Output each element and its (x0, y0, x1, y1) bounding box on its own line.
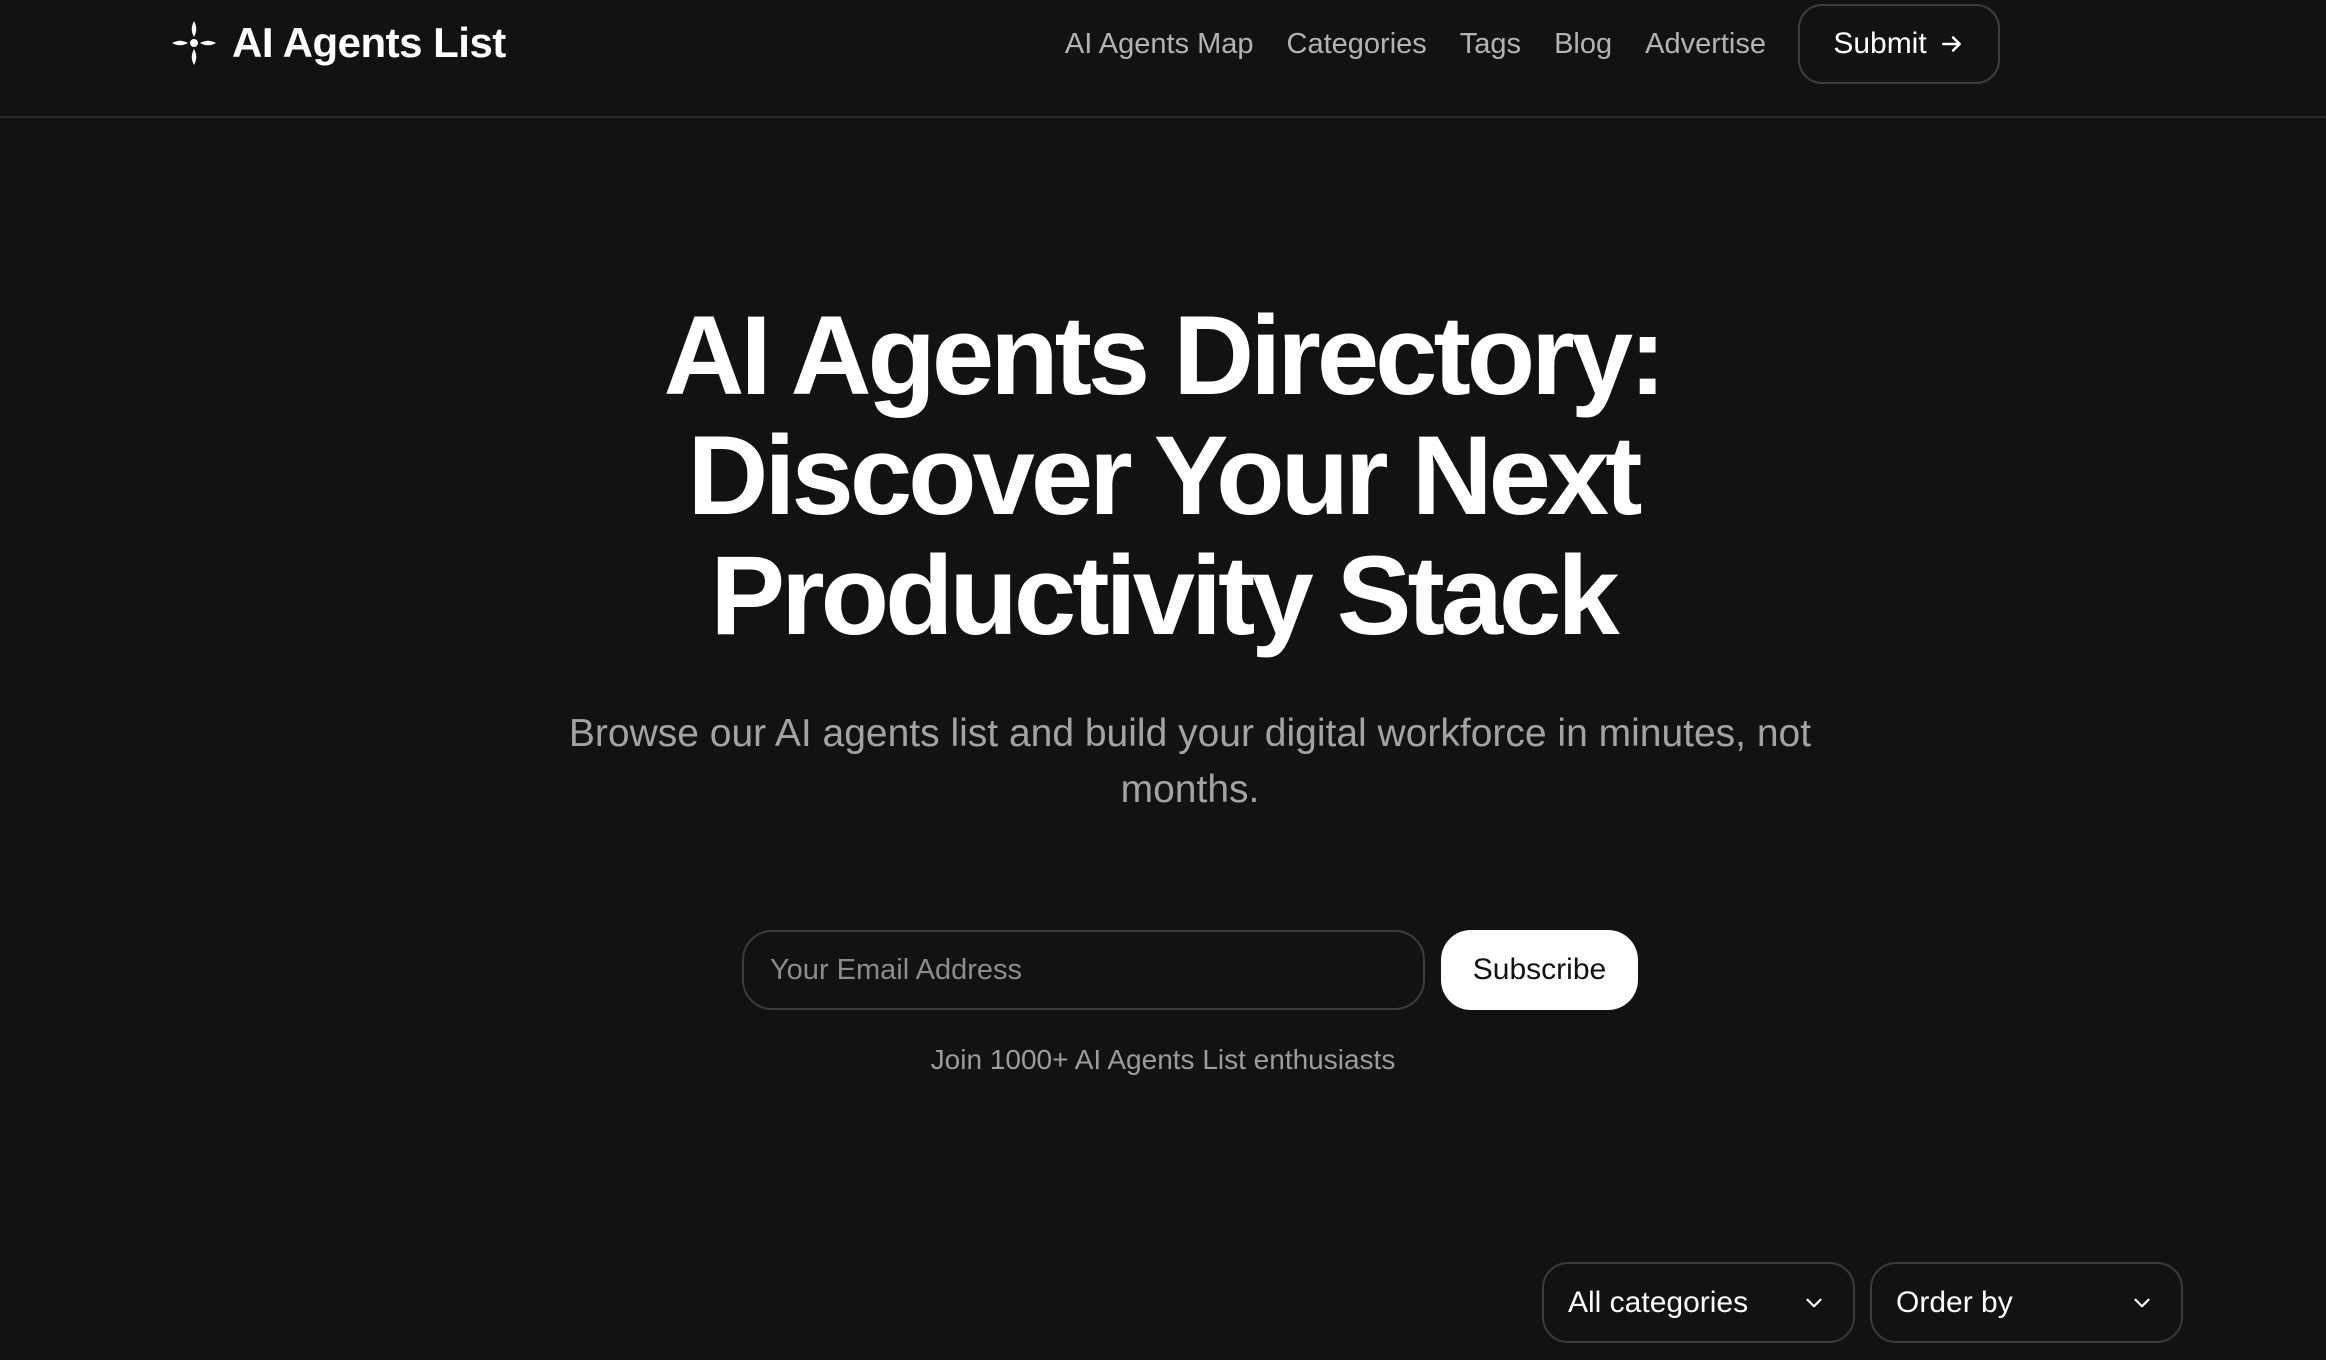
hero-subtitle: Browse our AI agents list and build your… (568, 712, 1812, 811)
hero-title-line-1: AI Agents Directory: (663, 293, 1667, 418)
order-select[interactable]: Order by (1870, 1262, 2183, 1343)
submit-button-label: Submit (1833, 27, 1927, 60)
chevron-down-icon (2134, 1298, 2150, 1307)
main-nav: AI Agents Map Categories Tags Blog Adver… (1032, 4, 2000, 84)
logo-icon (172, 21, 216, 65)
hero-title-line-2: Discover Your Next (687, 413, 1643, 538)
hero-title-line-3: Productivity Stack (710, 533, 1619, 658)
category-select-value: All categories (1568, 1285, 1749, 1319)
logo[interactable]: AI Agents List (166, 15, 506, 71)
subscribe-button-label: Subscribe (1472, 953, 1607, 986)
submit-button[interactable]: Submit (1798, 4, 2000, 84)
nav-link-ai-agents-map[interactable]: AI Agents Map (1065, 28, 1254, 61)
nav-link-tags[interactable]: Tags (1460, 28, 1521, 61)
email-input[interactable] (742, 930, 1425, 1010)
logo-text: AI Agents List (232, 19, 506, 66)
hero-title: AI Agents Directory: Discover Your Next … (0, 296, 2326, 656)
nav-link-categories[interactable]: Categories (1287, 28, 1427, 61)
arrow-right-icon (1941, 36, 1961, 52)
subscribe-button[interactable]: Subscribe (1441, 930, 1638, 1010)
nav-link-blog[interactable]: Blog (1554, 28, 1612, 61)
chevron-down-icon (1806, 1298, 1822, 1307)
order-select-value: Order by (1896, 1285, 2013, 1319)
site-header: AI Agents List AI Agents Map Categories … (0, 0, 2326, 118)
join-text: Join 1000+ AI Agents List enthusiasts (930, 1044, 1396, 1075)
category-select[interactable]: All categories (1542, 1262, 1855, 1343)
nav-link-advertise[interactable]: Advertise (1645, 28, 1766, 61)
